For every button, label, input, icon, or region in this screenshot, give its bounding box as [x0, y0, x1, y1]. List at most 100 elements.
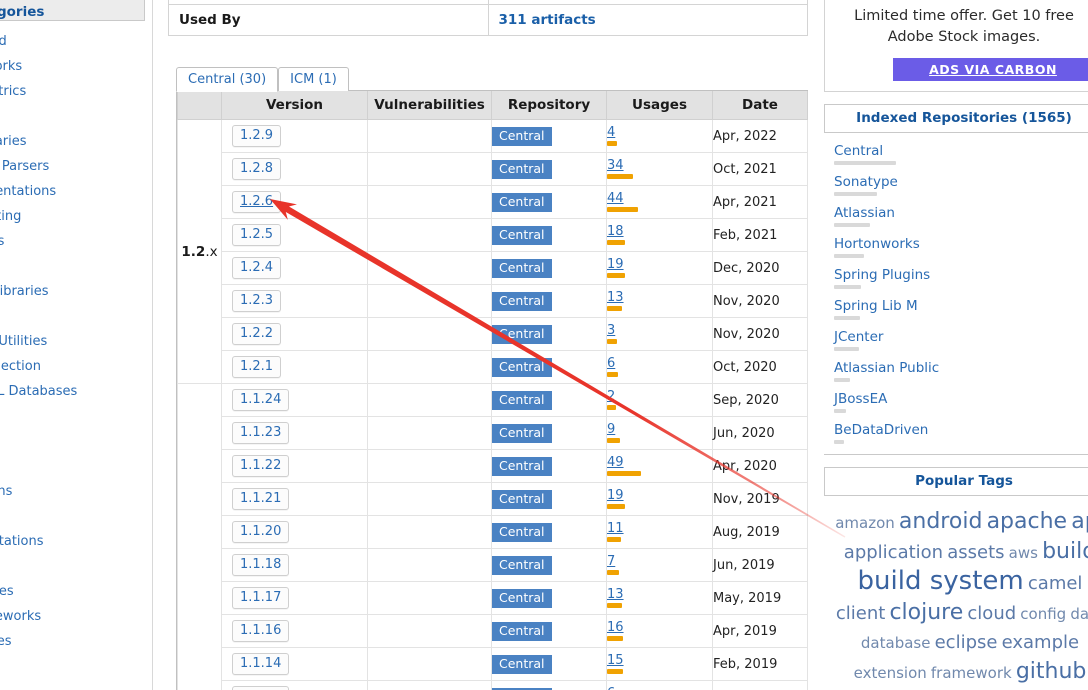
- repository-badge[interactable]: Central: [492, 522, 552, 542]
- version-link[interactable]: 1.1.16: [232, 620, 290, 642]
- version-link[interactable]: 1.2.2: [232, 323, 282, 345]
- category-link[interactable]: Oriented: [0, 34, 7, 49]
- repository-badge[interactable]: Central: [492, 192, 552, 212]
- popular-tag-link[interactable]: assets: [947, 542, 1004, 563]
- repository-badge[interactable]: Central: [492, 357, 552, 377]
- indexed-repository-link[interactable]: JBossEA: [834, 391, 887, 407]
- version-link[interactable]: 1.1.20: [232, 521, 290, 543]
- popular-tag-link[interactable]: config: [1020, 605, 1066, 623]
- repository-badge[interactable]: Central: [492, 423, 552, 443]
- popular-tag-link[interactable]: github: [1016, 659, 1087, 684]
- popular-tag-link[interactable]: android: [899, 509, 983, 534]
- indexed-repository-link[interactable]: JCenter: [834, 329, 883, 345]
- category-link[interactable]: nd Line Parsers: [0, 159, 49, 174]
- usages-count-link[interactable]: 9: [607, 423, 712, 436]
- category-link[interactable]: Computing: [0, 209, 21, 224]
- popular-tag-link[interactable]: eclipse: [935, 632, 998, 653]
- usages-count-link[interactable]: 13: [607, 291, 712, 304]
- category-link[interactable]: tion Metrics: [0, 84, 26, 99]
- popular-tag-link[interactable]: client: [836, 603, 885, 624]
- indexed-repository-link[interactable]: Sonatype: [834, 174, 898, 190]
- version-link[interactable]: 1.1.24: [232, 389, 290, 411]
- version-link[interactable]: 1.2.8: [232, 158, 282, 180]
- usages-count-link[interactable]: 3: [607, 324, 712, 337]
- usages-count-link[interactable]: 6: [607, 357, 712, 370]
- usages-count-link[interactable]: 7: [607, 555, 712, 568]
- indexed-repository-link[interactable]: Central: [834, 143, 883, 159]
- indexed-repository-link[interactable]: BeDataDriven: [834, 422, 928, 438]
- popular-tag-link[interactable]: data: [1070, 605, 1088, 623]
- popular-tag-link[interactable]: build system: [858, 566, 1024, 596]
- usages-count-link[interactable]: 4: [607, 126, 712, 139]
- repository-tab[interactable]: ICM (1): [278, 67, 349, 91]
- usages-count-link[interactable]: 13: [607, 588, 712, 601]
- popular-tag-link[interactable]: database: [861, 634, 931, 652]
- repository-badge[interactable]: Central: [492, 159, 552, 179]
- repository-badge[interactable]: Central: [492, 291, 552, 311]
- repository-badge[interactable]: Central: [492, 489, 552, 509]
- usages-count-link[interactable]: 34: [607, 159, 712, 172]
- usages-count-link[interactable]: 18: [607, 225, 712, 238]
- popular-tag-link[interactable]: example: [1002, 632, 1079, 653]
- usages-count-link[interactable]: 19: [607, 489, 712, 502]
- version-link[interactable]: 1.2.1: [232, 356, 282, 378]
- category-link[interactable]: d Time Utilities: [0, 334, 47, 349]
- usages-count-link[interactable]: 11: [607, 522, 712, 535]
- popular-tag-link[interactable]: camel: [1028, 573, 1083, 594]
- category-link[interactable]: ded SQL Databases: [0, 384, 77, 399]
- version-link[interactable]: 1.1.21: [232, 488, 290, 510]
- advertisement-panel[interactable]: Limited time offer. Get 10 free Adobe St…: [824, 0, 1088, 92]
- popular-tag-link[interactable]: apache: [987, 509, 1068, 534]
- indexed-repository-link[interactable]: Atlassian: [834, 205, 895, 221]
- version-link[interactable]: 1.1.14: [232, 653, 290, 675]
- popular-tag-link[interactable]: amazon: [835, 514, 895, 532]
- version-link[interactable]: 1.1.13: [232, 686, 290, 690]
- version-link[interactable]: 1.2.6: [232, 191, 282, 213]
- usages-count-link[interactable]: 44: [607, 192, 712, 205]
- indexed-repository-link[interactable]: Atlassian Public: [834, 360, 939, 376]
- popular-tag-link[interactable]: application: [844, 542, 943, 563]
- repository-badge[interactable]: Central: [492, 324, 552, 344]
- category-link[interactable]: rameworks: [0, 59, 22, 74]
- version-link[interactable]: 1.2.9: [232, 125, 282, 147]
- category-link[interactable]: nalyzers: [0, 234, 4, 249]
- version-link[interactable]: 1.2.3: [232, 290, 282, 312]
- category-link[interactable]: plementations: [0, 534, 44, 549]
- category-link[interactable]: g Frameworks: [0, 609, 41, 624]
- indexed-repository-link[interactable]: Spring Plugins: [834, 267, 930, 283]
- repository-badge[interactable]: Central: [492, 126, 552, 146]
- version-link[interactable]: 1.2.5: [232, 224, 282, 246]
- used-by-link[interactable]: 311 artifacts: [499, 12, 596, 28]
- usages-count-link[interactable]: 15: [607, 654, 712, 667]
- category-link[interactable]: mplementations: [0, 184, 56, 199]
- version-link[interactable]: 1.1.18: [232, 554, 290, 576]
- popular-tag-link[interactable]: api: [1071, 509, 1088, 534]
- version-link[interactable]: 1.1.22: [232, 455, 290, 477]
- repository-badge[interactable]: Central: [492, 621, 552, 641]
- category-link[interactable]: xtensions: [0, 484, 12, 499]
- usages-count-link[interactable]: 16: [607, 621, 712, 634]
- usages-count-link[interactable]: 19: [607, 258, 712, 271]
- version-link[interactable]: 1.2.4: [232, 257, 282, 279]
- repository-badge[interactable]: Central: [492, 258, 552, 278]
- indexed-repository-link[interactable]: Hortonworks: [834, 236, 920, 252]
- ads-via-carbon-badge[interactable]: ADS VIA CARBON: [893, 58, 1088, 81]
- category-link[interactable]: ency Injection: [0, 359, 41, 374]
- version-link[interactable]: 1.1.17: [232, 587, 290, 609]
- popular-tag-link[interactable]: aws: [1009, 544, 1038, 562]
- category-link[interactable]: ration Libraries: [0, 284, 49, 299]
- popular-tag-link[interactable]: build: [1042, 539, 1088, 564]
- category-link[interactable]: g Bridges: [0, 634, 12, 649]
- repository-badge[interactable]: Central: [492, 390, 552, 410]
- repository-badge[interactable]: Central: [492, 555, 552, 575]
- category-link[interactable]: anguages: [0, 584, 14, 599]
- repository-badge[interactable]: Central: [492, 654, 552, 674]
- popular-tag-link[interactable]: cloud: [967, 603, 1016, 624]
- repository-tab[interactable]: Central (30): [176, 67, 279, 92]
- category-link[interactable]: de Libraries: [0, 134, 27, 149]
- usages-count-link[interactable]: 2: [607, 390, 712, 403]
- usages-count-link[interactable]: 49: [607, 456, 712, 469]
- repository-badge[interactable]: Central: [492, 588, 552, 608]
- repository-badge[interactable]: Central: [492, 225, 552, 245]
- indexed-repository-link[interactable]: Spring Lib M: [834, 298, 918, 314]
